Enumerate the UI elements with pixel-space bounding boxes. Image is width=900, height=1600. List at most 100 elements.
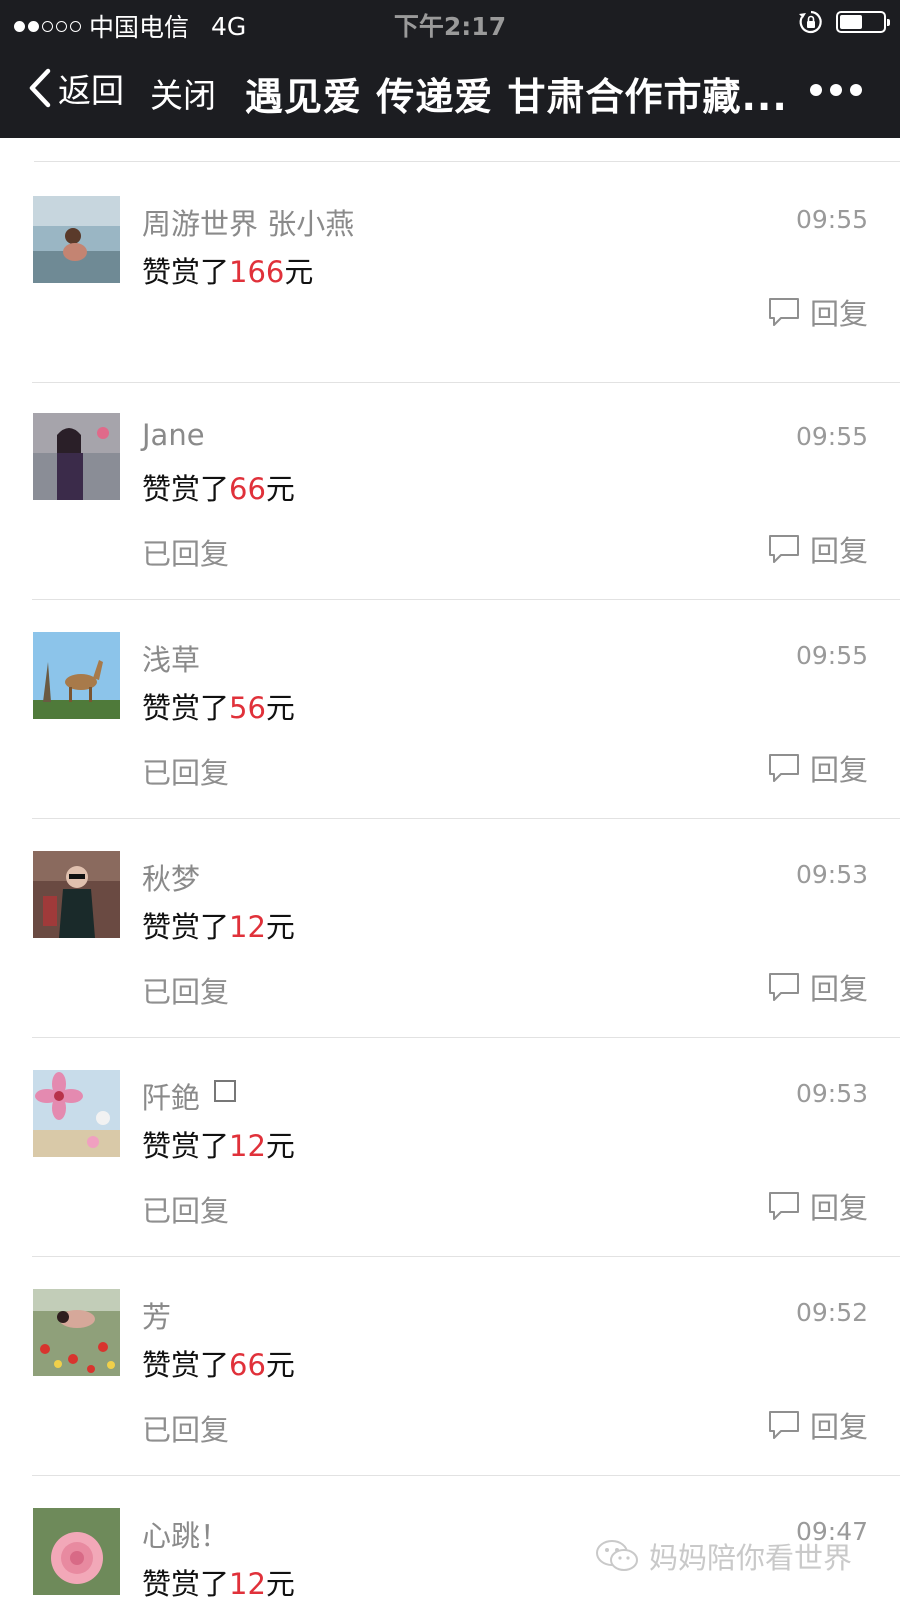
amount-unit: 元 xyxy=(265,1567,295,1600)
amount-unit: 元 xyxy=(265,472,295,506)
timestamp: 09:52 xyxy=(795,1298,868,1327)
user-name: Jane xyxy=(142,418,205,452)
reply-label: 回复 xyxy=(809,534,868,568)
comment-icon xyxy=(768,754,799,782)
status-right xyxy=(798,9,890,35)
reply-button[interactable]: 回复 xyxy=(768,1404,868,1446)
replied-status: 已回复 xyxy=(142,975,230,1009)
status-bar: 中国电信 4G 下午2:17 xyxy=(0,0,900,44)
wechat-icon xyxy=(595,1540,638,1571)
list-item: 秋梦 09:53 赞赏了12元 已回复 回复 xyxy=(0,816,900,1038)
top-bar: 中国电信 4G 下午2:17 返回 关闭 遇见爱 传递爱 甘肃合作市藏... xyxy=(0,0,900,138)
amount-value: 66 xyxy=(229,1348,266,1382)
comment-icon xyxy=(768,298,799,326)
comment-icon xyxy=(768,535,799,563)
more-options-button[interactable] xyxy=(810,84,862,96)
back-label: 返回 xyxy=(58,71,124,110)
more-dot xyxy=(850,84,862,96)
reward-amount: 赞赏了12元 xyxy=(142,1123,295,1165)
amount-value: 66 xyxy=(229,472,266,506)
amount-unit: 元 xyxy=(265,1129,295,1163)
reward-amount: 赞赏了166元 xyxy=(142,249,313,291)
list-item: 周游世界 张小燕 09:55 赞赏了166元 回复 xyxy=(0,161,900,383)
user-name: 秋梦 xyxy=(142,862,201,896)
reward-amount: 赞赏了12元 xyxy=(142,904,295,946)
nav-bar: 返回 关闭 遇见爱 传递爱 甘肃合作市藏... xyxy=(0,54,900,128)
list-item: 浅草 09:55 赞赏了56元 已回复 回复 xyxy=(0,597,900,819)
reward-amount: 赞赏了56元 xyxy=(142,685,295,727)
unsupported-glyph-icon xyxy=(214,1080,237,1102)
reply-button[interactable]: 回复 xyxy=(768,966,868,1008)
deer-avatar-icon xyxy=(33,632,120,719)
rotation-lock-icon xyxy=(799,10,822,34)
avatar[interactable] xyxy=(33,196,120,283)
amount-value: 166 xyxy=(229,255,285,289)
reply-button[interactable]: 回复 xyxy=(768,291,868,333)
comment-icon xyxy=(768,973,799,1001)
reward-amount: 赞赏了66元 xyxy=(142,1342,295,1384)
list-item: Jane 09:55 赞赏了66元 已回复 回复 xyxy=(0,378,900,600)
user-name: 浅草 xyxy=(142,643,201,677)
reply-button[interactable]: 回复 xyxy=(768,747,868,789)
timestamp: 09:55 xyxy=(795,205,868,234)
amount-prefix: 赞赏了 xyxy=(142,910,230,944)
comment-icon xyxy=(768,1192,799,1220)
replied-status: 已回复 xyxy=(142,756,230,790)
back-button[interactable]: 返回 xyxy=(28,64,124,112)
amount-prefix: 赞赏了 xyxy=(142,1348,230,1382)
timestamp: 09:55 xyxy=(795,422,868,451)
amount-unit: 元 xyxy=(265,1348,295,1382)
user-name: 阡銫 xyxy=(142,1075,237,1117)
amount-value: 12 xyxy=(229,1129,266,1163)
status-time: 下午2:17 xyxy=(393,12,507,41)
user-name: 芳 xyxy=(142,1300,172,1334)
avatar[interactable] xyxy=(33,632,120,719)
list-item: 阡銫 09:53 赞赏了12元 已回复 回复 xyxy=(0,1035,900,1257)
reply-button[interactable]: 回复 xyxy=(768,1185,868,1227)
watermark: 妈妈陪你看世界 xyxy=(595,1535,852,1577)
woman-sunglasses-avatar-icon xyxy=(33,851,120,938)
page-title: 遇见爱 传递爱 甘肃合作市藏... xyxy=(245,75,785,119)
reply-label: 回复 xyxy=(809,1410,868,1444)
battery-icon xyxy=(836,11,890,33)
replied-status: 已回复 xyxy=(142,1413,230,1447)
amount-prefix: 赞赏了 xyxy=(142,1129,230,1163)
reward-amount: 赞赏了66元 xyxy=(142,466,295,508)
watermark-text: 妈妈陪你看世界 xyxy=(648,1541,852,1575)
avatar[interactable] xyxy=(33,1070,120,1157)
amount-value: 56 xyxy=(229,691,266,725)
user-name: 心跳！ xyxy=(142,1519,230,1553)
timestamp: 09:53 xyxy=(795,860,868,889)
amount-unit: 元 xyxy=(265,910,295,944)
timestamp: 09:53 xyxy=(795,1079,868,1108)
amount-value: 12 xyxy=(229,1567,266,1600)
amount-prefix: 赞赏了 xyxy=(142,472,230,506)
avatar[interactable] xyxy=(33,413,120,500)
amount-prefix: 赞赏了 xyxy=(142,255,230,289)
user-name-text: 阡銫 xyxy=(142,1081,201,1115)
rose-avatar-icon xyxy=(33,1508,120,1595)
reply-label: 回复 xyxy=(809,753,868,787)
reply-label: 回复 xyxy=(809,1191,868,1225)
replied-status: 已回复 xyxy=(142,537,230,571)
beach-child-avatar-icon xyxy=(33,196,120,283)
amount-prefix: 赞赏了 xyxy=(142,691,230,725)
replied-status: 已回复 xyxy=(142,1194,230,1228)
pink-flower-avatar-icon xyxy=(33,1070,120,1157)
reward-amount: 赞赏了12元 xyxy=(142,1561,295,1600)
list-item: 芳 09:52 赞赏了66元 已回复 回复 xyxy=(0,1254,900,1476)
amount-unit: 元 xyxy=(265,691,295,725)
avatar[interactable] xyxy=(33,851,120,938)
close-button[interactable]: 关闭 xyxy=(150,69,216,117)
more-dot xyxy=(830,84,842,96)
more-dot xyxy=(810,84,822,96)
avatar[interactable] xyxy=(33,1508,120,1595)
reply-button[interactable]: 回复 xyxy=(768,528,868,570)
timestamp: 09:55 xyxy=(795,641,868,670)
avatar[interactable] xyxy=(33,1289,120,1376)
amount-unit: 元 xyxy=(284,255,314,289)
amount-value: 12 xyxy=(229,910,266,944)
user-name: 周游世界 张小燕 xyxy=(142,207,355,241)
amount-prefix: 赞赏了 xyxy=(142,1567,230,1600)
flower-field-avatar-icon xyxy=(33,1289,120,1376)
